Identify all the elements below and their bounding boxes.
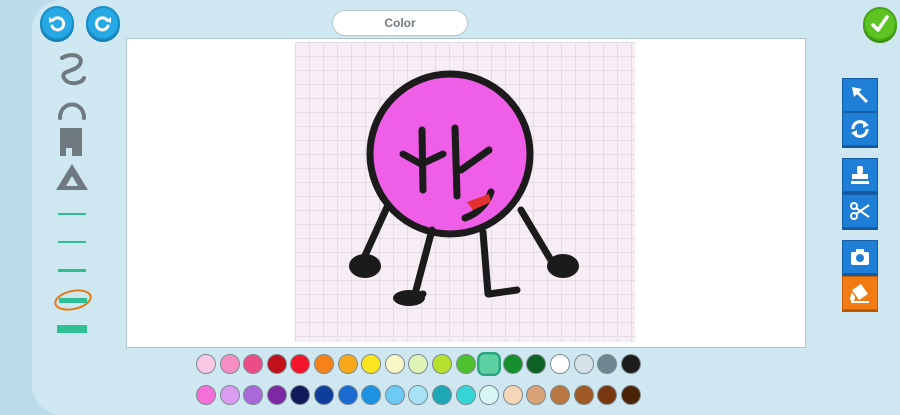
- color-swatch[interactable]: [313, 354, 334, 374]
- color-swatch[interactable]: [502, 385, 523, 405]
- color-swatch[interactable]: [620, 354, 641, 374]
- color-swatch[interactable]: [337, 385, 358, 405]
- fill-tool-button[interactable]: [842, 276, 878, 310]
- color-swatch[interactable]: [408, 354, 429, 374]
- character-body: [366, 70, 534, 238]
- rotate-tool-button[interactable]: [842, 112, 878, 146]
- camera-tool-button[interactable]: [842, 240, 878, 274]
- color-swatch[interactable]: [219, 354, 240, 374]
- triangle-tool[interactable]: [52, 162, 92, 192]
- color-swatch[interactable]: [196, 385, 216, 405]
- freehand-tool[interactable]: [52, 52, 92, 88]
- paint-bucket-icon: [850, 284, 869, 303]
- color-swatch[interactable]: [266, 354, 287, 374]
- select-arrow-icon: [852, 87, 868, 103]
- undo-button[interactable]: [40, 6, 74, 40]
- color-swatch[interactable]: [219, 385, 240, 405]
- color-swatch[interactable]: [573, 354, 594, 374]
- color-swatch[interactable]: [549, 354, 570, 374]
- color-swatch[interactable]: [526, 354, 547, 374]
- square-icon: [60, 128, 82, 156]
- pen-size-1-bar: [58, 213, 86, 215]
- color-swatch[interactable]: [408, 385, 429, 405]
- color-swatch[interactable]: [337, 354, 358, 374]
- color-swatch[interactable]: [243, 385, 264, 405]
- color-swatch[interactable]: [431, 354, 452, 374]
- color-swatch[interactable]: [502, 354, 523, 374]
- squiggle-icon: [60, 53, 86, 86]
- pen-size-4[interactable]: [52, 288, 94, 312]
- palette-row-2: [196, 385, 641, 405]
- color-swatch[interactable]: [477, 352, 502, 376]
- color-swatch[interactable]: [597, 385, 618, 405]
- palette-row-1: [196, 352, 641, 376]
- undo-arrow-icon: [49, 16, 66, 32]
- stamp-tool-button[interactable]: [842, 158, 878, 192]
- color-swatch[interactable]: [455, 385, 476, 405]
- triangle-icon: [56, 164, 88, 190]
- color-swatch[interactable]: [431, 385, 452, 405]
- confirm-button[interactable]: [863, 7, 897, 41]
- color-swatch[interactable]: [361, 354, 382, 374]
- redo-arrow-icon: [94, 16, 111, 32]
- pen-size-5[interactable]: [56, 323, 88, 335]
- color-swatch[interactable]: [243, 354, 264, 374]
- color-swatch[interactable]: [597, 354, 618, 374]
- curve-tool[interactable]: [52, 96, 92, 124]
- color-swatch[interactable]: [196, 354, 216, 374]
- select-tool-button[interactable]: [842, 78, 878, 112]
- color-swatch[interactable]: [384, 385, 405, 405]
- color-mode-label[interactable]: Color: [332, 10, 468, 36]
- color-swatch[interactable]: [313, 385, 334, 405]
- rectangle-tool[interactable]: [52, 126, 92, 160]
- pen-size-5-bar: [57, 325, 87, 333]
- color-swatch[interactable]: [290, 354, 311, 374]
- color-swatch[interactable]: [266, 385, 287, 405]
- pen-size-3[interactable]: [58, 268, 86, 273]
- color-swatch[interactable]: [573, 385, 594, 405]
- color-swatch[interactable]: [290, 385, 311, 405]
- scissors-icon: [850, 202, 870, 220]
- color-swatch[interactable]: [526, 385, 547, 405]
- pen-size-3-bar: [58, 269, 86, 272]
- color-swatch[interactable]: [361, 385, 382, 405]
- color-swatch[interactable]: [384, 354, 405, 374]
- pen-size-2-bar: [58, 241, 86, 243]
- rotate-icon: [851, 120, 869, 138]
- checkmark-icon: [871, 15, 889, 32]
- color-swatch[interactable]: [455, 354, 476, 374]
- camera-icon: [851, 249, 869, 265]
- pen-size-2[interactable]: [58, 240, 86, 244]
- stamp-icon: [851, 166, 869, 184]
- character-hands-feet: [349, 254, 579, 306]
- curve-icon: [58, 102, 86, 120]
- pen-size-1[interactable]: [58, 212, 86, 216]
- cut-tool-button[interactable]: [842, 194, 878, 228]
- color-swatch[interactable]: [479, 385, 500, 405]
- color-swatch[interactable]: [549, 385, 570, 405]
- character-drawing: [349, 70, 579, 306]
- color-swatch[interactable]: [620, 385, 641, 405]
- selected-ring-icon: [54, 289, 92, 311]
- redo-button[interactable]: [86, 6, 120, 40]
